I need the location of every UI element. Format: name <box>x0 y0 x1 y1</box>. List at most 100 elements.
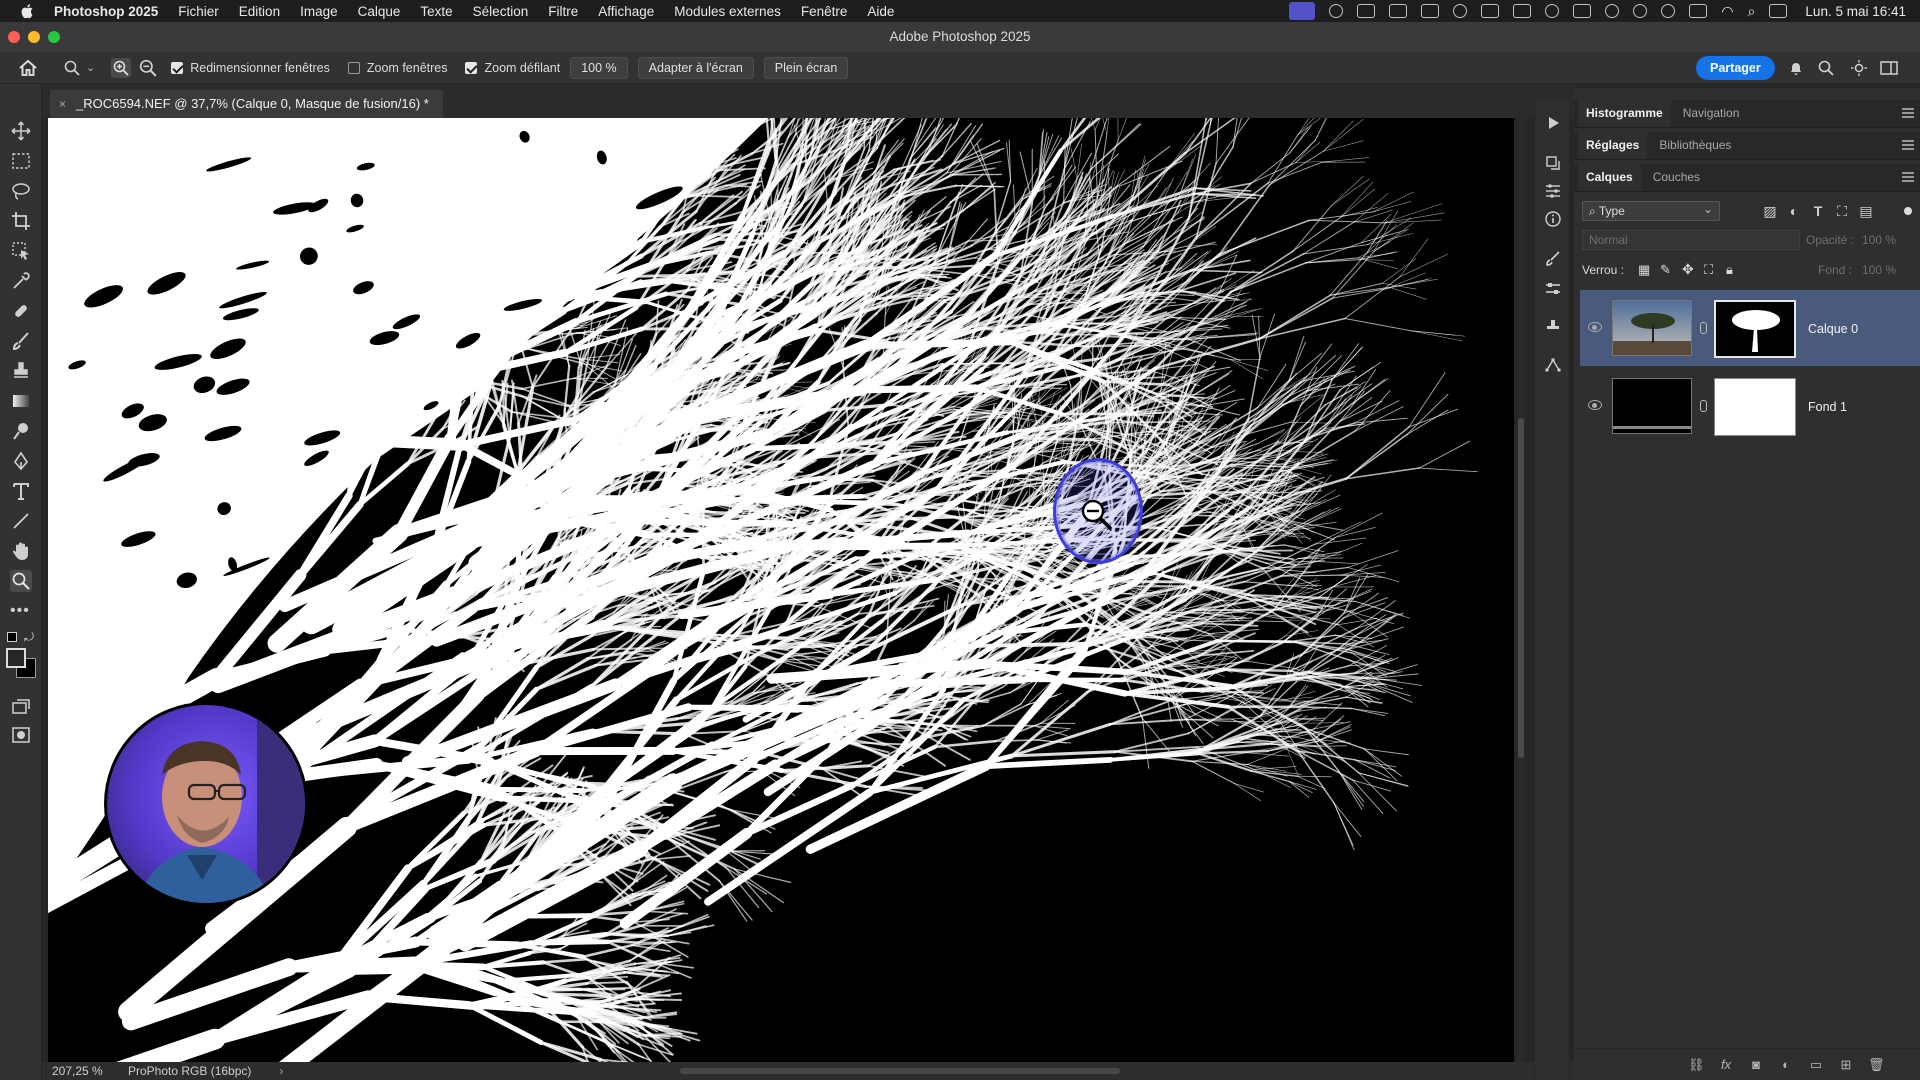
panel-menu-icon[interactable] <box>1902 140 1914 150</box>
lock-artboard-icon[interactable]: ⛶ <box>1704 262 1713 278</box>
trash-icon[interactable]: 🗑︎ <box>1868 1058 1885 1072</box>
tab-navigation[interactable]: Navigation <box>1675 99 1748 127</box>
brush-settings-icon[interactable] <box>1544 250 1562 268</box>
layer-thumbnail[interactable] <box>1612 300 1692 356</box>
workspace-icon[interactable] <box>1880 60 1898 76</box>
minimize-window-button[interactable] <box>28 31 40 43</box>
layer-thumbnail[interactable] <box>1612 378 1692 434</box>
chevron-down-icon[interactable]: ⌄ <box>86 61 95 74</box>
smart-object-filter-icon[interactable]: ▤ <box>1858 203 1874 219</box>
tab-calques[interactable]: Calques <box>1578 163 1641 191</box>
layer-name[interactable]: Calque 0 <box>1808 322 1858 336</box>
zoom-all-windows-option[interactable]: Zoom fenêtres <box>347 61 447 75</box>
zoom-tool-preset-icon[interactable] <box>64 60 80 76</box>
lasso-tool-icon[interactable] <box>10 180 32 202</box>
zoom-level[interactable]: 207,25 % <box>52 1064 112 1078</box>
visibility-eye-icon[interactable] <box>1588 322 1602 332</box>
layer-mask-thumbnail[interactable] <box>1714 378 1796 436</box>
pen-tool-icon[interactable] <box>10 450 32 472</box>
menu-calque[interactable]: Calque <box>358 4 401 19</box>
visibility-eye-icon[interactable] <box>1588 400 1602 410</box>
stamp-tool-icon[interactable] <box>10 360 32 382</box>
menu-fichier[interactable]: Fichier <box>178 4 219 19</box>
menu-fenetre[interactable]: Fenêtre <box>801 4 848 19</box>
blend-mode-select[interactable]: Normal <box>1582 230 1800 250</box>
cloud-sync-icon[interactable] <box>1545 4 1560 18</box>
zoom-100-button[interactable]: 100 % <box>570 56 628 79</box>
premiere-pro-icon[interactable] <box>1513 4 1532 18</box>
adjustments-sliders-icon[interactable] <box>1544 280 1562 298</box>
menu-texte[interactable]: Texte <box>420 4 452 19</box>
add-mask-icon[interactable]: ◙ <box>1748 1058 1764 1072</box>
menu-modules-externes[interactable]: Modules externes <box>674 4 781 19</box>
clipboard-icon[interactable] <box>1421 4 1440 18</box>
zoom-window-button[interactable] <box>48 31 60 43</box>
document-tab[interactable]: × _ROC6594.NEF @ 37,7% (Calque 0, Masque… <box>50 90 443 118</box>
scrubby-zoom-option[interactable]: Zoom défilant <box>465 61 560 75</box>
healing-brush-tool-icon[interactable] <box>10 300 32 322</box>
default-colors-icon[interactable] <box>7 632 17 642</box>
link-layers-icon[interactable]: ⛓ <box>1688 1058 1705 1072</box>
layer-mask-thumbnail[interactable] <box>1714 300 1796 358</box>
crop-tool-icon[interactable] <box>10 210 32 232</box>
marquee-tool-icon[interactable] <box>10 150 32 172</box>
type-layer-filter-icon[interactable]: T <box>1810 203 1826 219</box>
opacity-value[interactable]: 100 % <box>1862 233 1896 247</box>
user-icon[interactable] <box>1605 4 1620 18</box>
canvas-horizontal-scroll-thumb[interactable] <box>680 1068 1120 1074</box>
vertical-scroll-thumb[interactable] <box>1518 418 1524 758</box>
cursor-icon[interactable] <box>1329 4 1344 18</box>
zoom-all-windows-checkbox[interactable] <box>347 61 360 74</box>
tab-bibliotheques[interactable]: Bibliothèques <box>1651 131 1739 159</box>
tab-couches[interactable]: Couches <box>1645 163 1708 191</box>
tab-histogramme[interactable]: Histogramme <box>1578 99 1671 127</box>
scrubby-zoom-checkbox[interactable] <box>465 61 478 74</box>
canvas-vertical-scrollbar[interactable] <box>1517 118 1525 1062</box>
wifi-icon[interactable]: ◠ <box>1721 3 1733 20</box>
new-group-icon[interactable]: ▭ <box>1808 1058 1824 1072</box>
mask-link-icon[interactable] <box>1700 322 1707 334</box>
adjustment-layer-filter-icon[interactable]: ◐ <box>1786 203 1802 219</box>
quick-mask-icon[interactable] <box>10 724 32 746</box>
play-icon[interactable] <box>1633 4 1648 18</box>
battery-icon[interactable] <box>1689 4 1708 18</box>
line-tool-icon[interactable] <box>10 510 32 532</box>
eyedropper-tool-icon[interactable] <box>10 270 32 292</box>
brush-tool-icon[interactable] <box>10 330 32 352</box>
zoom-out-icon[interactable] <box>139 59 157 77</box>
creative-cloud-icon[interactable] <box>1453 4 1468 18</box>
foreground-color-swatch[interactable] <box>6 648 26 668</box>
menu-filtre[interactable]: Filtre <box>548 4 578 19</box>
play-actions-icon[interactable] <box>1544 114 1562 132</box>
document-canvas[interactable] <box>48 118 1514 1062</box>
fill-value[interactable]: 100 % <box>1862 263 1896 277</box>
layer-name[interactable]: Fond 1 <box>1808 400 1847 414</box>
layer-type-filter[interactable]: ⌕ Type <box>1582 200 1720 221</box>
menu-selection[interactable]: Sélection <box>473 4 529 19</box>
control-center-icon[interactable] <box>1769 4 1788 18</box>
lightbulb-icon[interactable] <box>1850 59 1868 77</box>
status-menu-arrow[interactable]: › <box>279 1064 283 1078</box>
menu-edition[interactable]: Edition <box>239 4 280 19</box>
gradient-tool-icon[interactable] <box>10 390 32 412</box>
close-window-button[interactable] <box>8 31 20 43</box>
capcut-icon[interactable] <box>1389 4 1408 18</box>
premiere-icon[interactable] <box>1481 4 1500 18</box>
zoom-tool-icon[interactable] <box>10 570 32 592</box>
dodge-tool-icon[interactable] <box>10 420 32 442</box>
bell-icon[interactable] <box>1788 60 1804 76</box>
clone-source-icon[interactable] <box>1544 318 1562 336</box>
layer-row[interactable]: Calque 0 <box>1580 290 1920 366</box>
panel-menu-icon[interactable] <box>1902 172 1914 182</box>
new-adjustment-layer-icon[interactable]: ◐ <box>1778 1058 1794 1072</box>
lock-transparency-icon[interactable]: ▦ <box>1638 262 1650 278</box>
split-view-icon[interactable] <box>1573 4 1592 18</box>
share-button[interactable]: Partager <box>1696 56 1775 80</box>
menu-image[interactable]: Image <box>300 4 338 19</box>
move-tool-icon[interactable] <box>10 120 32 142</box>
layer-row[interactable]: Fond 1 <box>1580 368 1920 444</box>
info-icon[interactable] <box>1544 210 1562 228</box>
zoom-in-icon[interactable] <box>111 57 132 78</box>
hand-tool-icon[interactable] <box>10 540 32 562</box>
screen-mode-icon[interactable] <box>10 696 32 718</box>
